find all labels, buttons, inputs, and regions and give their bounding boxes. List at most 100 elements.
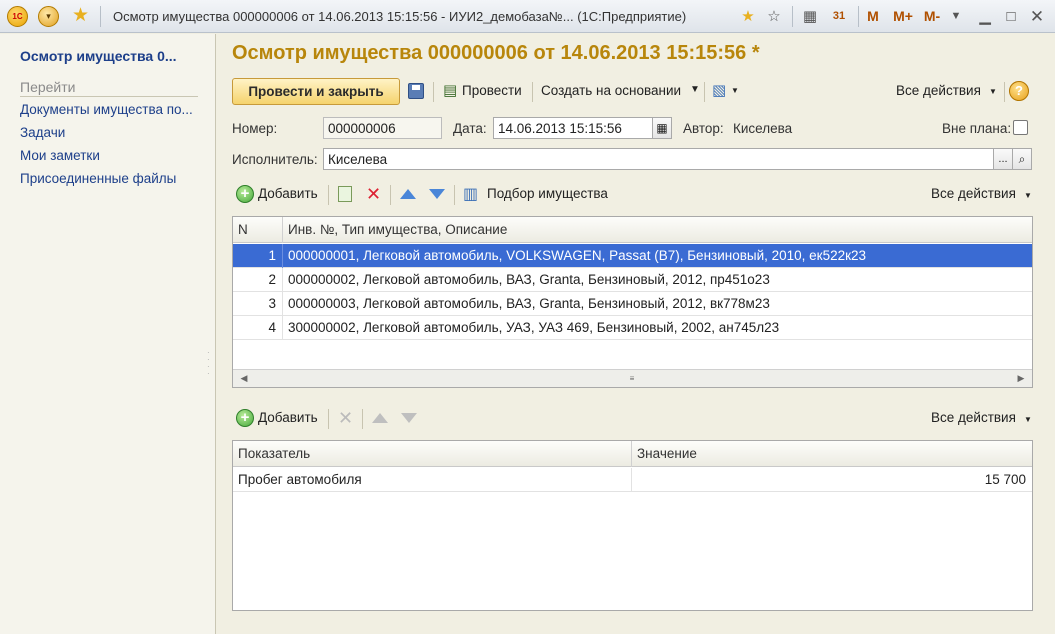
indicator-value: 15 700 [984, 472, 1026, 487]
navigation-panel: Осмотр имущества 0... Перейти Документы … [0, 34, 216, 634]
column-header-description[interactable]: Инв. №, Тип имущества, Описание [283, 217, 1032, 243]
toolbar-separator [454, 185, 455, 205]
search-icon[interactable]: ⌕ [1012, 148, 1032, 170]
property-table: N Инв. №, Тип имущества, Описание 1 0000… [232, 216, 1033, 388]
table-row[interactable]: 4 300000002, Легковой автомобиль, УАЗ, У… [233, 316, 1032, 340]
move-up-icon[interactable] [372, 413, 388, 423]
document-form: Осмотр имущества 000000006 от 14.06.2013… [217, 34, 1055, 634]
move-down-icon[interactable] [401, 413, 417, 423]
toolbar-separator [362, 409, 363, 429]
table-row[interactable]: Пробег автомобиля 15 700 [233, 468, 1032, 492]
nav-section-goto: Перейти [20, 79, 198, 97]
nav-link-attached-files[interactable]: Присоединенные файлы [20, 171, 176, 186]
move-down-icon[interactable] [429, 189, 445, 199]
property-table-toolbar: + Добавить ✕ ▥ Подбор имущества Все дейс… [232, 181, 1044, 207]
calculator-icon[interactable]: ▦ [800, 6, 820, 27]
chevron-down-icon[interactable]: ▼ [690, 84, 700, 95]
property-selection-button[interactable]: Подбор имущества [487, 186, 608, 201]
post-button[interactable]: Провести [462, 83, 522, 98]
report-clock-icon[interactable]: ▧ [712, 81, 726, 99]
toolbar-separator [328, 185, 329, 205]
all-actions-menu[interactable]: Все действия [896, 83, 981, 98]
indicator-table-header: Показатель Значение [233, 441, 1032, 467]
executor-select-button[interactable]: ... [993, 148, 1013, 170]
row-number: 2 [233, 268, 283, 292]
property-table-header: N Инв. №, Тип имущества, Описание [233, 217, 1032, 243]
indicator-all-actions-menu[interactable]: Все действия [931, 410, 1016, 425]
titlebar-separator [792, 6, 793, 27]
executor-label: Исполнитель: [232, 152, 318, 167]
window-title: Осмотр имущества 000000006 от 14.06.2013… [113, 9, 687, 24]
toolbar-separator [1004, 82, 1005, 102]
author-value: Киселева [733, 121, 793, 136]
memory-mminus-button[interactable]: M- [920, 6, 944, 27]
scroll-right-arrow-icon[interactable]: ▶ [1010, 370, 1032, 387]
maximize-icon[interactable]: □ [1001, 6, 1021, 27]
nav-panel-title[interactable]: Осмотр имущества 0... [20, 48, 177, 64]
dropdown-arrow-icon[interactable]: ▼ [948, 6, 964, 27]
chevron-down-icon[interactable]: ▼ [731, 86, 739, 95]
selection-list-icon[interactable]: ▥ [463, 184, 478, 204]
add-indicator-button[interactable]: Добавить [258, 410, 318, 425]
nav-link-property-documents[interactable]: Документы имущества по... [20, 102, 193, 117]
chevron-down-icon[interactable]: ▼ [1024, 415, 1032, 424]
column-header-indicator[interactable]: Показатель [233, 441, 632, 467]
table-row[interactable]: 3 000000003, Легковой автомобиль, ВАЗ, G… [233, 292, 1032, 316]
horizontal-scrollbar[interactable]: ◀ ≡ ▶ [233, 369, 1032, 387]
titlebar-separator [100, 6, 101, 27]
main-menu-chevron-icon[interactable]: ▾ [38, 6, 59, 27]
favorite-star-icon[interactable]: ★ [72, 5, 89, 27]
delete-row-icon[interactable]: ✕ [366, 185, 381, 203]
number-field[interactable]: 000000006 [323, 117, 442, 139]
scroll-thumb-grip[interactable]: ≡ [621, 370, 643, 387]
property-all-actions-menu[interactable]: Все действия [931, 186, 1016, 201]
number-label: Номер: [232, 121, 278, 136]
panel-splitter-handle[interactable]: · · · · [207, 349, 211, 378]
add-row-button[interactable]: Добавить [258, 186, 318, 201]
calendar-picker-icon[interactable]: ▦ [652, 117, 672, 139]
row-description: 000000003, Легковой автомобиль, ВАЗ, Gra… [288, 296, 770, 311]
row-description: 000000001, Легковой автомобиль, VOLKSWAG… [288, 248, 867, 263]
help-icon[interactable]: ? [1009, 81, 1029, 101]
nav-link-notes[interactable]: Мои заметки [20, 148, 100, 163]
chevron-down-icon[interactable]: ▼ [1024, 191, 1032, 200]
date-field[interactable]: 14.06.2013 15:15:56 [493, 117, 653, 139]
toolbar-separator [390, 185, 391, 205]
memory-mplus-button[interactable]: M+ [890, 6, 916, 27]
row-number: 4 [233, 316, 283, 340]
scroll-left-arrow-icon[interactable]: ◀ [233, 370, 255, 387]
copy-row-icon[interactable] [338, 186, 352, 202]
move-up-icon[interactable] [400, 189, 416, 199]
add-icon[interactable]: + [236, 185, 254, 203]
row-description: 300000002, Легковой автомобиль, УАЗ, УАЗ… [288, 320, 780, 335]
table-row[interactable]: 1 000000001, Легковой автомобиль, VOLKSW… [233, 244, 1032, 268]
window-titlebar: 1С ▾ ★ Осмотр имущества 000000006 от 14.… [0, 0, 1055, 33]
add-favorite-star-icon[interactable]: ★ [738, 6, 758, 27]
1c-logo-icon[interactable]: 1С [7, 6, 28, 27]
table-row[interactable]: 2 000000002, Легковой автомобиль, ВАЗ, G… [233, 268, 1032, 292]
date-label: Дата: [453, 121, 487, 136]
indicator-table-toolbar: + Добавить ✕ Все действия ▼ [232, 405, 1044, 431]
indicator-table: Показатель Значение Пробег автомобиля 15… [232, 440, 1033, 611]
memory-m-button[interactable]: M [864, 6, 882, 27]
off-plan-checkbox[interactable] [1013, 120, 1028, 135]
column-header-value[interactable]: Значение [632, 441, 1032, 467]
chevron-down-icon[interactable]: ▼ [989, 87, 997, 96]
create-based-on-button[interactable]: Создать на основании [541, 83, 681, 98]
post-and-close-button[interactable]: Провести и закрыть [232, 78, 400, 105]
off-plan-label: Вне плана: [942, 121, 1012, 136]
executor-field[interactable]: Киселева [323, 148, 994, 170]
bookmark-icon[interactable]: ☆ [764, 6, 784, 27]
nav-link-tasks[interactable]: Задачи [20, 125, 65, 140]
delete-row-icon[interactable]: ✕ [338, 409, 353, 427]
row-number: 3 [233, 292, 283, 316]
column-header-n[interactable]: N [233, 217, 283, 243]
calendar-icon[interactable]: 31 [828, 6, 850, 27]
post-icon[interactable]: ▤ [443, 81, 457, 99]
save-icon[interactable] [408, 83, 424, 99]
page-title: Осмотр имущества 000000006 от 14.06.2013… [232, 42, 760, 64]
minimize-icon[interactable]: ▁ [975, 6, 995, 27]
close-icon[interactable]: ✕ [1027, 6, 1047, 27]
toolbar-separator [328, 409, 329, 429]
add-icon[interactable]: + [236, 409, 254, 427]
